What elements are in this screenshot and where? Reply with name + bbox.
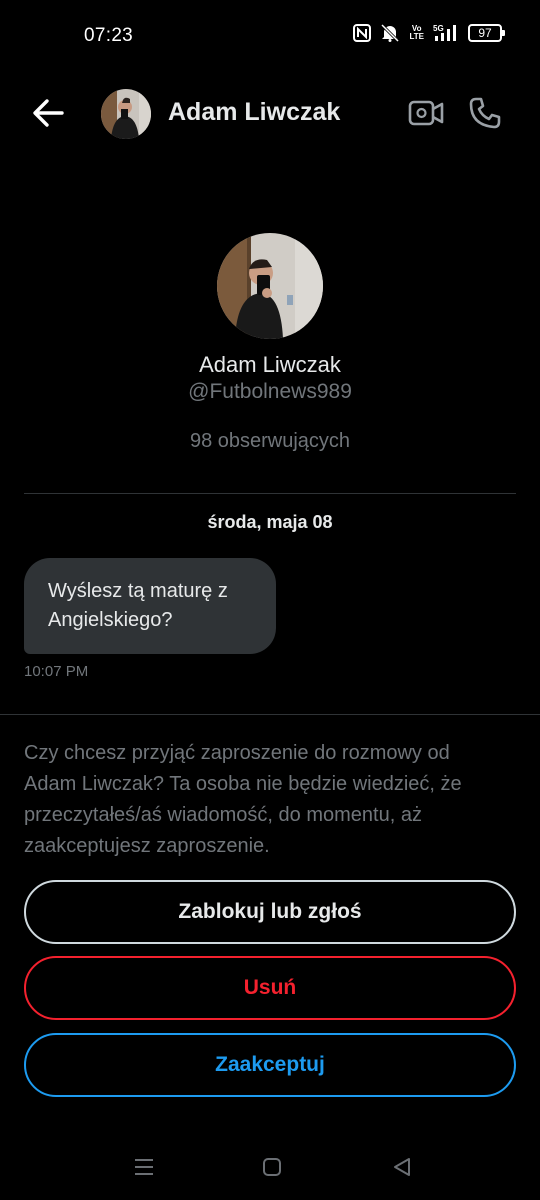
divider	[0, 714, 540, 715]
profile-handle: @Futbolnews989	[188, 380, 352, 403]
home-icon	[263, 1158, 281, 1176]
back-triangle-icon	[394, 1158, 410, 1176]
contact-name[interactable]: Adam Liwczak	[168, 98, 340, 127]
volte-indicator: Vo LTE	[409, 24, 424, 41]
video-call-button[interactable]	[408, 97, 444, 129]
system-nav-bar	[0, 1140, 540, 1194]
invite-description: Czy chcesz przyjąć zaproszenie do rozmow…	[24, 742, 462, 857]
profile-name: Adam Liwczak	[199, 352, 341, 377]
accept-button[interactable]: Zaakceptuj	[24, 1033, 516, 1097]
profile-avatar[interactable]	[217, 233, 323, 339]
followers-count: 98 obserwujących	[189, 430, 351, 452]
back-arrow-icon	[33, 99, 64, 127]
signal-5g-icon: 5G	[433, 24, 456, 41]
recent-apps-button[interactable]	[133, 1157, 155, 1177]
nfc-icon	[353, 24, 372, 42]
status-icons: Vo LTE 5G 97	[353, 24, 505, 42]
message-timestamp: 10:07 PM	[24, 663, 89, 680]
status-bar: 07:23 Vo LTE 5G 97	[0, 0, 540, 72]
avatar-photo	[101, 89, 151, 139]
divider	[24, 493, 516, 494]
message-bubble[interactable]: Wyślesz tą maturę z Angielskiego?	[24, 558, 276, 654]
profile-card: Adam Liwczak @Futbolnews989 98 obserwują…	[0, 233, 540, 453]
delete-button[interactable]: Usuń	[24, 956, 516, 1020]
block-or-report-button[interactable]: Zablokuj lub zgłoś	[24, 880, 516, 944]
back-button[interactable]	[30, 96, 68, 130]
profile-photo	[217, 233, 323, 339]
contact-avatar[interactable]	[101, 89, 151, 139]
chat-header: Adam Liwczak	[0, 84, 540, 144]
svg-text:5G: 5G	[433, 24, 444, 33]
phone-icon	[469, 97, 501, 129]
system-back-button[interactable]	[391, 1156, 413, 1178]
voice-call-button[interactable]	[468, 96, 502, 130]
date-separator: środa, maja 08	[207, 512, 333, 532]
battery-indicator: 97	[468, 24, 505, 42]
home-button[interactable]	[262, 1157, 282, 1177]
status-time: 07:23	[84, 25, 134, 46]
recent-apps-icon	[135, 1159, 153, 1175]
video-camera-icon	[408, 100, 444, 126]
silent-bell-icon	[381, 24, 400, 42]
